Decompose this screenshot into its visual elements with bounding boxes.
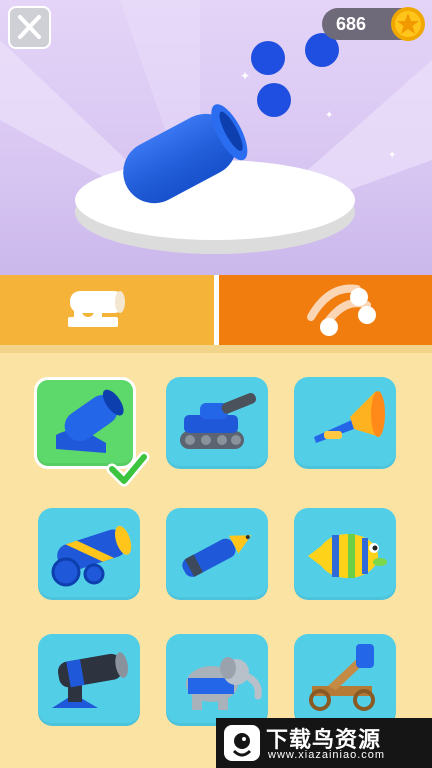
tabs-underline [0,345,432,353]
tab-cannons[interactable] [0,275,214,345]
pen-icon [182,535,252,577]
cannon-icon [68,291,125,327]
coin-counter: 686 [322,7,425,41]
item-grid [0,353,432,768]
item-blue-cannon[interactable] [34,377,150,487]
catapult-cart-icon [309,644,375,711]
blue-cannon-item-icon [56,389,150,487]
cannon-preview: ✦ ✦ ✦ ✦ 686 [0,0,432,275]
svg-text:✦: ✦ [290,182,298,193]
watermark-url: www.xiazainiao.com [268,749,386,761]
svg-text:✦: ✦ [388,150,396,161]
close-button[interactable] [8,6,51,49]
item-pen[interactable] [166,508,268,608]
striped-cannon-icon [51,525,132,587]
fish-icon [308,534,387,578]
item-tank[interactable] [166,377,268,477]
svg-text:✦: ✦ [325,110,333,121]
coin-amount: 686 [336,14,367,34]
close-icon [18,15,41,39]
svg-text:✦: ✦ [240,69,250,83]
trumpet-icon [314,391,385,443]
watermark-banner: 下载鸟资源 www.xiazainiao.com [216,718,432,768]
item-striped-cannon[interactable] [38,508,140,608]
tank-icon [180,392,257,449]
tab-ammo[interactable] [219,275,432,345]
item-gatling-turret[interactable] [38,634,140,734]
item-fish[interactable] [294,508,396,608]
category-tabs [0,275,432,353]
item-trumpet[interactable] [294,377,396,477]
cannonballs-icon [307,284,376,336]
star-coin-icon [391,7,425,41]
gatling-turret-icon [52,652,128,708]
preview-scene: ✦ ✦ ✦ ✦ [0,0,432,254]
elephant-icon [186,657,262,710]
bird-logo-icon [224,725,260,761]
